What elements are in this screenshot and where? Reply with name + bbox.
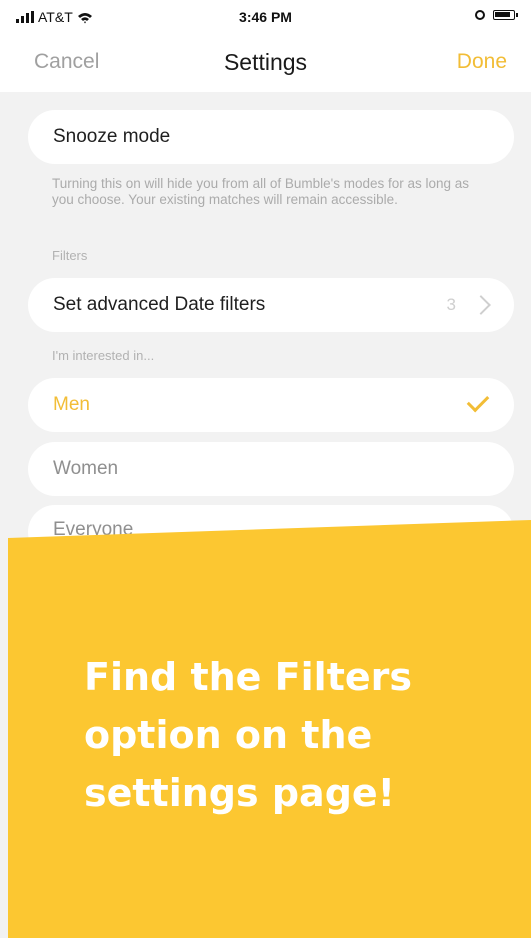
phone-screen: AT&T 3:46 PM Cancel Settings Done Snooze… — [0, 0, 531, 938]
option-men-label: Men — [53, 394, 90, 415]
advanced-filters-count: 3 — [446, 295, 456, 314]
done-button[interactable]: Done — [457, 50, 507, 74]
checkmark-icon — [466, 389, 490, 413]
rotation-lock-icon — [475, 10, 485, 20]
filters-section-label: Filters — [52, 248, 88, 263]
navigation-bar: Cancel Settings Done — [0, 36, 531, 92]
promo-headline: Find the Filters option on the settings … — [84, 655, 412, 815]
status-time: 3:46 PM — [239, 9, 292, 25]
status-bar: AT&T 3:46 PM — [0, 0, 531, 36]
advanced-filters-row[interactable]: Set advanced Date filters 3 — [28, 278, 514, 332]
battery-icon — [493, 10, 518, 20]
chevron-right-icon — [471, 295, 491, 315]
option-women[interactable]: Women — [28, 442, 514, 496]
page-title: Settings — [223, 49, 308, 75]
interested-section-label: I'm interested in... — [52, 348, 155, 363]
option-men[interactable]: Men — [28, 378, 514, 432]
snooze-mode-row[interactable]: Snooze mode — [28, 110, 514, 164]
status-right — [475, 10, 518, 20]
snooze-mode-label: Snooze mode — [53, 126, 171, 147]
option-women-label: Women — [53, 458, 119, 479]
snooze-description: Turning this on will hide you from all o… — [52, 176, 470, 207]
advanced-filters-label: Set advanced Date filters — [53, 294, 266, 315]
